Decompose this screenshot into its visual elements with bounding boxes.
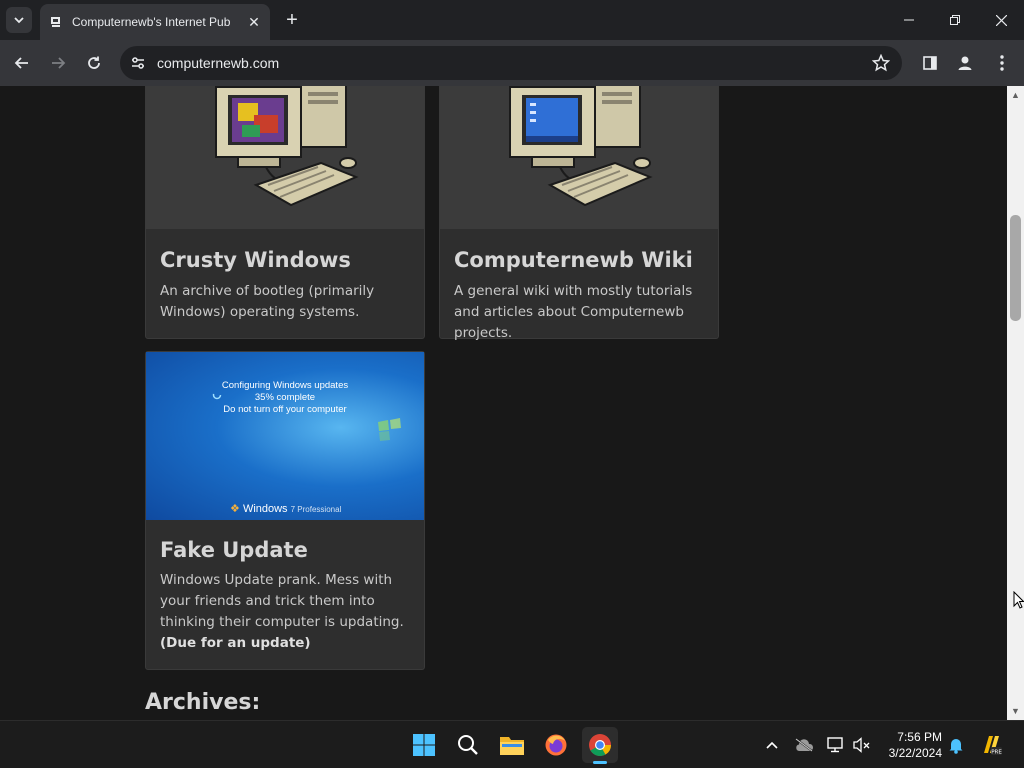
firefox-button[interactable]	[538, 727, 574, 763]
side-panel-icon	[923, 56, 937, 70]
volume-tray[interactable]	[850, 733, 874, 757]
windows7-brand: ❖ Windows 7 Professional	[230, 503, 342, 515]
start-button[interactable]	[406, 727, 442, 763]
card-title: Fake Update	[160, 538, 308, 562]
card-description: A general wiki with mostly tutorials and…	[454, 283, 693, 341]
project-card-computernewb-wiki[interactable]: Computernewb Wiki A general wiki with mo…	[439, 86, 719, 341]
minimize-icon	[904, 19, 914, 21]
back-arrow-icon	[14, 57, 28, 69]
loading-spinner-icon	[212, 390, 222, 400]
tab-search-button[interactable]	[6, 7, 32, 33]
search-button[interactable]	[450, 727, 486, 763]
close-icon	[995, 14, 1007, 26]
forward-button[interactable]	[44, 49, 72, 77]
kebab-menu-icon	[1000, 55, 1004, 71]
reload-button[interactable]	[80, 49, 108, 77]
chrome-button[interactable]	[582, 727, 618, 764]
side-panel-button[interactable]	[916, 49, 944, 77]
svg-text:PRE: PRE	[991, 750, 1002, 756]
mouse-cursor-icon	[1013, 591, 1024, 609]
update-screen-text: Configuring Windows updates 35% complete…	[221, 380, 349, 415]
new-tab-button[interactable]: +	[280, 8, 304, 32]
tab-strip: Computernewb's Internet Pub ✕ +	[0, 0, 1024, 40]
restore-icon	[950, 15, 960, 25]
volume-muted-icon	[853, 737, 870, 753]
browser-toolbar: computernewb.com	[0, 40, 1024, 86]
clock-time: 7:56 PM	[897, 730, 942, 744]
tab-title: Computernewb's Internet Pub	[72, 15, 231, 29]
archives-heading: Archives:	[145, 690, 261, 715]
chevron-down-icon	[14, 17, 24, 24]
copilot-preview-tray[interactable]: PRE	[979, 733, 1003, 757]
notification-center[interactable]	[944, 733, 968, 757]
bookmark-star-icon[interactable]	[871, 53, 891, 77]
profile-icon	[958, 56, 972, 70]
forward-arrow-icon	[52, 57, 66, 69]
network-icon	[827, 737, 843, 753]
windows-taskbar: 7:56 PM 3/22/2024 PRE	[0, 720, 1024, 768]
chrome-icon	[589, 734, 611, 756]
active-app-indicator	[593, 761, 607, 764]
card-title: Crusty Windows	[160, 248, 351, 272]
clock-date: 3/22/2024	[888, 746, 942, 760]
card-thumbnail	[440, 86, 718, 229]
card-note: (Due for an update)	[160, 635, 311, 651]
profile-button[interactable]	[951, 49, 979, 77]
bell-icon	[949, 739, 963, 754]
cloud-offline-icon	[795, 738, 814, 752]
site-info-icon[interactable]	[130, 55, 146, 76]
card-description: Windows Update prank. Mess with your fri…	[160, 572, 404, 651]
scroll-down-icon[interactable]: ▼	[1011, 706, 1020, 716]
browser-menu-button[interactable]	[988, 49, 1016, 77]
retro-computer-icon	[509, 86, 653, 207]
minimize-button[interactable]	[886, 0, 932, 40]
scroll-up-icon[interactable]: ▲	[1011, 90, 1020, 100]
card-thumbnail	[146, 86, 424, 229]
url-text: computernewb.com	[157, 55, 280, 71]
onedrive-tray[interactable]	[792, 733, 816, 757]
system-clock[interactable]: 7:56 PM 3/22/2024	[880, 729, 942, 761]
page-scrollbar[interactable]: ▲ ▼	[1007, 86, 1024, 720]
show-hidden-icons-button[interactable]	[760, 733, 784, 757]
network-tray[interactable]	[824, 733, 848, 757]
copilot-icon: PRE	[984, 736, 1002, 756]
back-button[interactable]	[8, 49, 36, 77]
reload-icon	[88, 56, 100, 69]
card-thumbnail-win7: Configuring Windows updates 35% complete…	[146, 352, 424, 520]
close-window-button[interactable]	[978, 0, 1024, 40]
folder-icon	[500, 737, 524, 755]
card-description: An archive of bootleg (primarily Windows…	[160, 283, 375, 320]
retro-computer-icon	[215, 86, 359, 207]
windows-start-icon	[413, 734, 435, 756]
project-card-fake-update[interactable]: Configuring Windows updates 35% complete…	[145, 351, 425, 670]
search-icon	[458, 735, 478, 755]
address-bar[interactable]: computernewb.com	[120, 46, 902, 80]
windows-flag-decoration	[378, 418, 401, 441]
chevron-up-icon	[766, 741, 778, 749]
scrollbar-thumb[interactable]	[1010, 215, 1021, 321]
card-title: Computernewb Wiki	[454, 248, 693, 272]
restore-button[interactable]	[932, 0, 978, 40]
browser-tab[interactable]: Computernewb's Internet Pub ✕	[40, 4, 270, 40]
project-card-crusty-windows[interactable]: Crusty Windows An archive of bootleg (pr…	[145, 86, 425, 339]
page-content: Crusty Windows An archive of bootleg (pr…	[0, 86, 1007, 720]
firefox-icon	[545, 734, 567, 756]
file-explorer-button[interactable]	[494, 727, 530, 763]
site-favicon-icon	[48, 14, 64, 30]
tab-close-icon[interactable]: ✕	[244, 12, 264, 32]
